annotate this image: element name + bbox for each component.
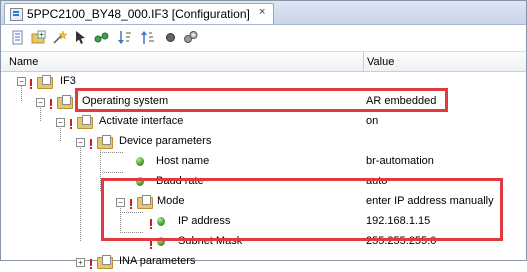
tree-item-value[interactable]: on	[366, 115, 378, 127]
tree-item-label: Host name	[156, 155, 210, 167]
tree-item-label: INA parameters	[119, 255, 196, 267]
tab-title: 5PPC2100_BY48_000.IF3 [Configuration]	[27, 7, 250, 21]
sort-ascending-icon[interactable]	[140, 30, 155, 45]
parameter-icon	[136, 157, 144, 166]
configuration-file-icon	[10, 8, 23, 21]
tree-row-host-name[interactable]: Host name br-automation	[1, 152, 526, 172]
editor-window: 5PPC2100_BY48_000.IF3 [Configuration] ×	[0, 0, 527, 269]
collapse-icon[interactable]: −	[56, 118, 65, 127]
tree-row-activate-interface[interactable]: − Activate interface on	[1, 112, 526, 132]
collapse-icon[interactable]: −	[76, 138, 85, 147]
tab-configuration[interactable]: 5PPC2100_BY48_000.IF3 [Configuration] ×	[4, 3, 274, 24]
wizard-icon[interactable]	[52, 30, 67, 45]
record-icon[interactable]	[163, 30, 178, 45]
tree-row-device-parameters[interactable]: − Device parameters	[1, 132, 526, 152]
highlight-box-mode-settings	[101, 178, 503, 241]
folder-icon	[77, 115, 93, 129]
collapse-icon[interactable]: −	[36, 98, 45, 107]
folder-icon	[57, 95, 73, 109]
collapse-icon[interactable]: −	[17, 77, 26, 86]
tree-row-ina-parameters[interactable]: + INA parameters	[1, 252, 526, 272]
settings-icon[interactable]	[183, 30, 198, 45]
warning-icon	[50, 99, 52, 109]
warning-icon	[30, 79, 32, 89]
add-icon[interactable]	[31, 30, 46, 45]
tree-item-value[interactable]: br-automation	[366, 155, 434, 167]
folder-icon	[97, 255, 113, 269]
close-icon[interactable]: ×	[259, 6, 265, 18]
connect-icon[interactable]	[94, 30, 109, 45]
properties-icon[interactable]	[10, 30, 25, 45]
warning-icon	[90, 139, 92, 149]
column-name-header[interactable]: Name	[9, 56, 38, 68]
tab-bar: 5PPC2100_BY48_000.IF3 [Configuration] ×	[1, 1, 526, 25]
expand-icon[interactable]: +	[76, 258, 85, 267]
warning-icon	[70, 119, 72, 129]
highlight-box-operating-system	[75, 88, 448, 112]
sort-descending-icon[interactable]	[117, 30, 132, 45]
column-separator[interactable]	[363, 52, 364, 71]
cursor-icon[interactable]	[73, 30, 88, 45]
warning-icon	[90, 259, 92, 269]
toolbar	[1, 25, 526, 52]
folder-icon	[37, 75, 53, 89]
column-value-header[interactable]: Value	[367, 56, 394, 68]
tree-item-label: Activate interface	[99, 115, 184, 127]
column-header: Name Value	[1, 52, 526, 72]
tree-item-label: Device parameters	[119, 135, 212, 147]
folder-icon	[97, 135, 113, 149]
tree-item-label: IF3	[60, 75, 76, 87]
